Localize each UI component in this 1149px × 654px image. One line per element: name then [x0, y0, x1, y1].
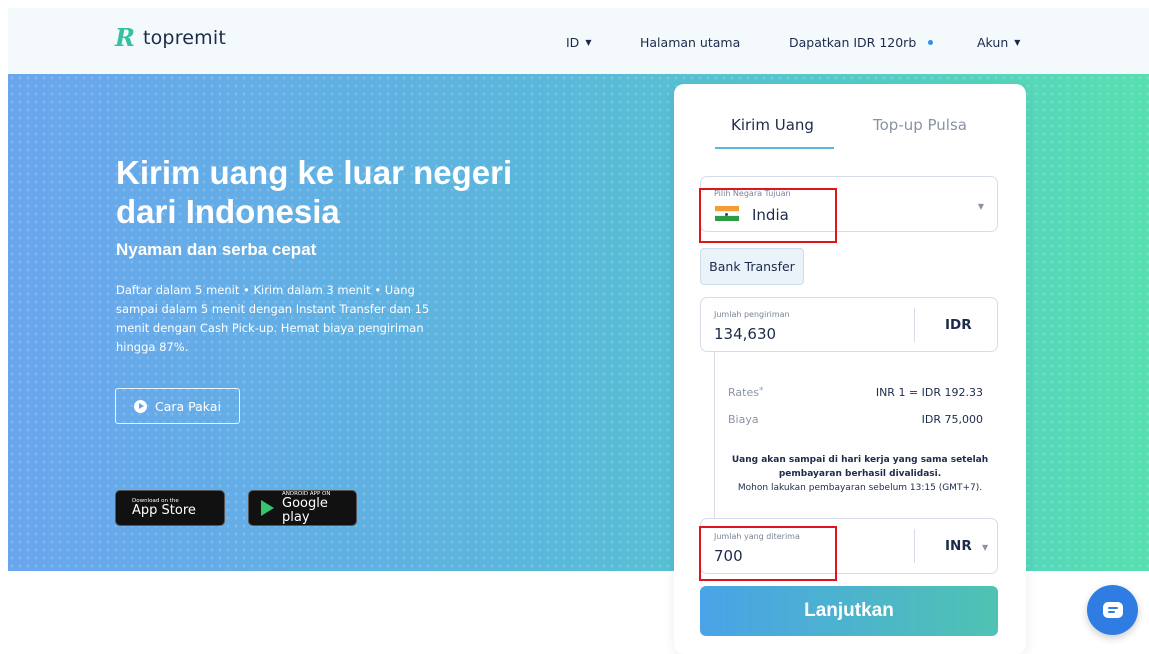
- hero-description: Daftar dalam 5 menit • Kirim dalam 3 men…: [116, 283, 430, 354]
- timeline-line: [714, 352, 715, 518]
- chevron-down-icon: ▼: [977, 202, 984, 211]
- send-amount-field[interactable]: Jumlah pengiriman 134,630 IDR: [700, 297, 998, 352]
- chevron-down-icon[interactable]: ▼: [982, 543, 988, 552]
- fee-value: IDR 75,000: [921, 413, 983, 426]
- nav-home-label: Halaman utama: [640, 35, 741, 50]
- delivery-note-deadline: Mohon lakukan pembayaran sebelum 13:15 (…: [737, 482, 983, 493]
- logo-text: topremit: [142, 27, 227, 49]
- how-to-button[interactable]: Cara Pakai: [115, 388, 240, 424]
- account-label: Akun: [977, 35, 1009, 50]
- delivery-note-bold: Uang akan sampai di hari kerja yang sama…: [731, 455, 989, 479]
- field-divider: [914, 308, 915, 342]
- how-to-label: Cara Pakai: [155, 398, 221, 414]
- rates-label-text: Rates: [728, 386, 759, 399]
- notification-dot-icon: [928, 40, 934, 45]
- chat-icon: [1102, 602, 1123, 618]
- rates-label: Rates*: [728, 386, 763, 399]
- fee-label: Biaya: [728, 413, 759, 426]
- nav-referral-label: Dapatkan IDR 120rb: [789, 35, 917, 50]
- topremit-logo[interactable]: R topremit: [115, 26, 226, 50]
- receive-currency[interactable]: INR: [945, 538, 972, 554]
- language-selector[interactable]: ID ▼: [566, 35, 591, 50]
- hero-subheadline: Nyaman dan serba cepat: [116, 240, 317, 259]
- nav-referral-link[interactable]: Dapatkan IDR 120rb: [789, 35, 934, 50]
- chat-button[interactable]: [1087, 585, 1138, 635]
- rates-value: INR 1 = IDR 192.33: [875, 386, 983, 399]
- tab-topup-pulsa[interactable]: Top-up Pulsa: [873, 116, 967, 134]
- active-tab-indicator: [715, 147, 834, 149]
- highlight-country-box: [699, 188, 837, 243]
- google-play-text: ANDROID APP ON Google play: [282, 491, 356, 524]
- google-play-big: Google play: [282, 496, 328, 525]
- continue-button[interactable]: Lanjutkan: [700, 586, 998, 636]
- app-store-badge[interactable]: Download on the App Store: [115, 490, 225, 526]
- nav-home-link[interactable]: Halaman utama: [640, 35, 740, 50]
- tab-kirim-uang[interactable]: Kirim Uang: [731, 116, 814, 134]
- app-store-big: App Store: [132, 503, 196, 519]
- language-label: ID: [566, 35, 580, 50]
- google-play-badge[interactable]: ANDROID APP ON Google play: [248, 490, 357, 526]
- account-menu[interactable]: Akun ▼: [977, 35, 1020, 50]
- play-icon: [134, 399, 147, 413]
- send-amount-label: Jumlah pengiriman: [714, 310, 790, 319]
- chevron-down-icon: ▼: [585, 38, 592, 47]
- chevron-down-icon: ▼: [1014, 38, 1021, 47]
- send-amount-value[interactable]: 134,630: [714, 325, 776, 343]
- highlight-receive-box: [699, 526, 837, 581]
- rates-asterisk: *: [758, 386, 764, 396]
- app-store-text: Download on the App Store: [132, 498, 196, 518]
- delivery-note: Uang akan sampai di hari kerja yang sama…: [720, 454, 1000, 496]
- send-currency: IDR: [945, 317, 972, 333]
- transfer-method-chip[interactable]: Bank Transfer: [700, 248, 804, 285]
- field-divider: [914, 529, 915, 563]
- logo-mark: R: [115, 23, 135, 52]
- hero-headline: Kirim uang ke luar negeri dari Indonesia: [116, 154, 513, 230]
- google-play-icon: [261, 500, 274, 516]
